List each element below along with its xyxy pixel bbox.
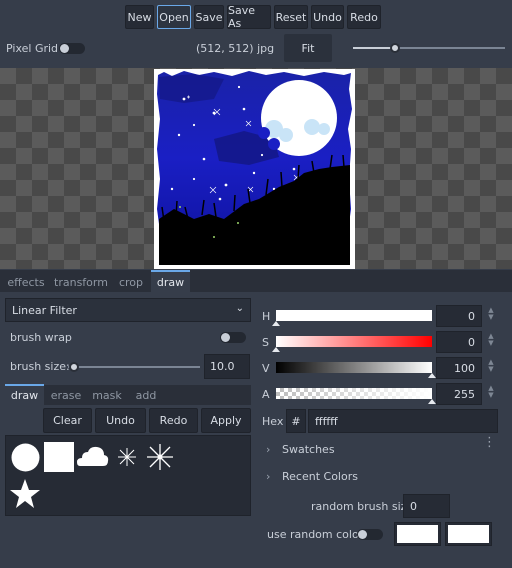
saturation-value: 0	[468, 335, 475, 349]
swatches-expand-icon[interactable]: ›	[266, 443, 270, 456]
brush-size-value: 10.0	[210, 360, 235, 373]
tab-crop[interactable]: crop	[114, 272, 148, 292]
redo-button[interactable]: Redo	[347, 5, 381, 29]
zoom-slider-fill	[353, 47, 395, 49]
recent-colors-label[interactable]: Recent Colors	[282, 470, 358, 483]
subtab-draw[interactable]: draw	[5, 384, 44, 405]
tab-transform[interactable]: transform	[52, 272, 110, 292]
saturation-slider-knob[interactable]	[272, 347, 280, 352]
brush-size-slider-track[interactable]	[68, 366, 200, 368]
zoom-slider-knob[interactable]	[390, 43, 400, 53]
random-color-swatch-2[interactable]	[445, 522, 492, 546]
night-sky-image	[157, 71, 352, 265]
filter-select[interactable]: Linear Filter ⌄	[5, 298, 251, 322]
value-input[interactable]: 100	[436, 357, 482, 379]
value-label: V	[262, 362, 270, 375]
undo-button[interactable]: Undo	[311, 5, 344, 29]
brush-cloud-icon[interactable]	[77, 444, 109, 470]
fit-button[interactable]: Fit	[284, 34, 332, 62]
saturation-slider[interactable]	[276, 336, 432, 347]
swatches-label[interactable]: Swatches	[282, 443, 335, 456]
hex-input[interactable]: ffffff	[308, 409, 498, 433]
random-brush-size-value: 0	[410, 499, 417, 513]
random-color-swatch-1[interactable]	[394, 522, 441, 546]
image-info: (512, 512) jpg	[196, 42, 275, 55]
pixel-grid-toggle[interactable]	[59, 43, 85, 54]
saturation-input[interactable]: 0	[436, 331, 482, 353]
reset-button[interactable]: Reset	[274, 5, 308, 29]
hue-spinner[interactable]: ▲ ▼	[486, 307, 496, 321]
more-options-icon[interactable]: ⋮	[483, 436, 496, 449]
hex-hash-text: #	[291, 414, 301, 428]
saturation-spinner[interactable]: ▲ ▼	[486, 333, 496, 347]
brush-wrap-label: brush wrap	[10, 331, 72, 344]
brush-size-slider-knob[interactable]	[69, 362, 79, 372]
undo-draw-button[interactable]: Undo	[95, 408, 146, 433]
brush-circle-icon[interactable]	[10, 442, 41, 473]
use-random-color-toggle[interactable]	[357, 529, 383, 540]
apply-button[interactable]: Apply	[201, 408, 251, 433]
recent-colors-expand-icon[interactable]: ›	[266, 470, 270, 483]
value-slider[interactable]	[276, 362, 432, 373]
use-random-color-label: use random color	[267, 528, 364, 541]
brush-star-icon[interactable]	[9, 478, 41, 510]
random-brush-size-label: random brush size	[311, 500, 414, 513]
tab-draw[interactable]: draw	[151, 270, 190, 292]
alpha-label: A	[262, 388, 270, 401]
subtab-mask[interactable]: mask	[88, 386, 126, 405]
alpha-slider-knob[interactable]	[428, 399, 436, 404]
hue-slider[interactable]	[276, 310, 432, 321]
hex-value: ffffff	[315, 414, 338, 428]
hue-input[interactable]: 0	[436, 305, 482, 327]
tab-effects[interactable]: effects	[4, 272, 48, 292]
brush-size-label: brush size:	[10, 360, 70, 373]
alpha-value: 255	[454, 387, 475, 401]
redo-draw-button[interactable]: Redo	[149, 408, 198, 433]
open-button[interactable]: Open	[157, 5, 191, 29]
chevron-down-icon: ⌄	[235, 303, 244, 314]
subtab-add[interactable]: add	[130, 386, 162, 405]
hex-label: Hex	[262, 415, 284, 428]
brush-small-sparkle-icon[interactable]	[116, 446, 138, 468]
brush-large-sparkle-icon[interactable]	[146, 443, 174, 471]
random-brush-size-input[interactable]: 0	[403, 494, 450, 518]
brush-square-icon[interactable]	[44, 442, 75, 473]
value-value: 100	[454, 361, 475, 375]
subtab-erase[interactable]: erase	[47, 386, 85, 405]
alpha-spinner[interactable]: ▲ ▼	[486, 385, 496, 399]
value-spinner[interactable]: ▲ ▼	[486, 359, 496, 373]
saturation-label: S	[262, 336, 269, 349]
alpha-slider[interactable]	[276, 388, 432, 399]
canvas-image[interactable]	[154, 69, 355, 269]
value-slider-knob[interactable]	[428, 373, 436, 378]
save-as-button[interactable]: Save As	[227, 4, 271, 30]
filter-select-value: Linear Filter	[12, 303, 77, 317]
hex-hash: #	[286, 409, 306, 433]
brush-size-input[interactable]: 10.0	[204, 354, 250, 379]
alpha-input[interactable]: 255	[436, 383, 482, 405]
hue-label: H	[262, 310, 271, 323]
hue-slider-knob[interactable]	[272, 321, 280, 326]
new-button[interactable]: New	[125, 5, 154, 29]
save-button[interactable]: Save	[194, 5, 224, 29]
pixel-grid-label: Pixel Grid	[6, 42, 59, 55]
brush-wrap-toggle[interactable]	[220, 332, 246, 343]
clear-button[interactable]: Clear	[43, 408, 92, 433]
hue-value: 0	[468, 309, 475, 323]
